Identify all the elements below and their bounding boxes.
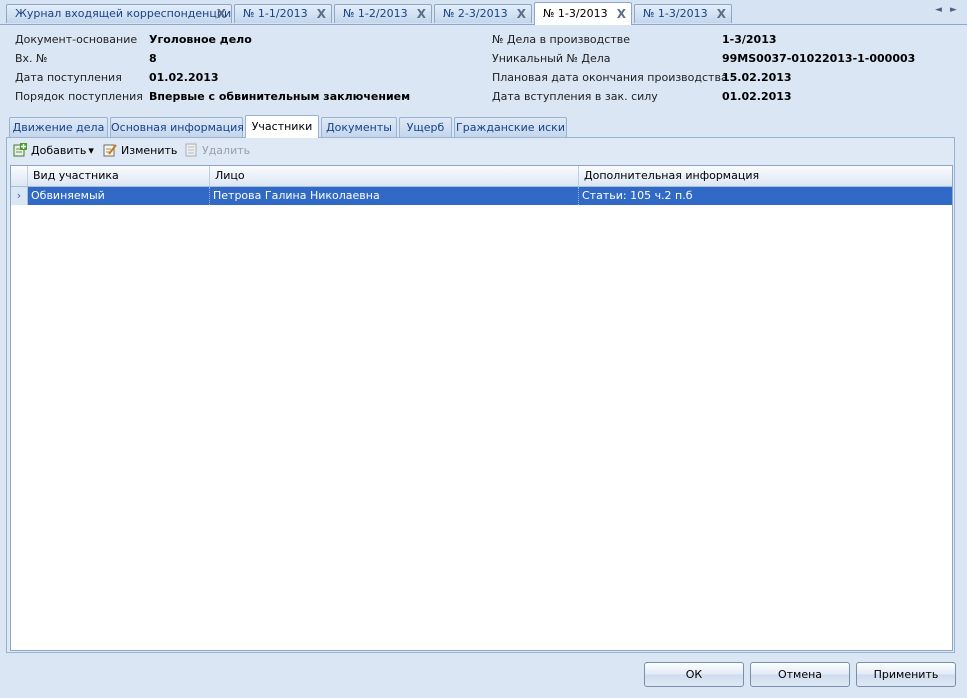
add-label: Добавить xyxy=(31,144,87,157)
tab-case-movement[interactable]: Движение дела xyxy=(9,117,108,137)
doc-tab-2-3-2013[interactable]: № 2-3/2013 X xyxy=(434,4,532,23)
edit-label: Изменить xyxy=(121,144,178,157)
close-icon[interactable]: X xyxy=(317,5,326,23)
ok-button[interactable]: ОК xyxy=(644,662,744,687)
cell-person: Петрова Галина Николаевна xyxy=(210,187,579,205)
column-header-person[interactable]: Лицо xyxy=(210,166,579,186)
doc-tab-1-2-2013[interactable]: № 1-2/2013 X xyxy=(334,4,432,23)
field-value-effective-date: 01.02.2013 xyxy=(722,90,792,103)
doc-tab-journal[interactable]: Журнал входящей корреспонденции X xyxy=(6,4,232,23)
participants-grid: Вид участника Лицо Дополнительная информ… xyxy=(10,165,953,651)
doc-tab-label: № 1-3/2013 xyxy=(643,7,708,20)
tab-damage[interactable]: Ущерб xyxy=(399,117,452,137)
delete-label: Удалить xyxy=(202,144,251,157)
grid-header: Вид участника Лицо Дополнительная информ… xyxy=(11,166,952,187)
delete-button[interactable]: Удалить xyxy=(184,143,250,159)
doc-tab-label: № 1-2/2013 xyxy=(343,7,408,20)
field-value-incoming-number: 8 xyxy=(149,52,157,65)
close-icon[interactable]: X xyxy=(617,3,626,25)
cell-participant-type: Обвиняемый xyxy=(28,187,210,205)
close-icon[interactable]: X xyxy=(717,5,726,23)
row-indicator-icon: › xyxy=(11,187,28,205)
field-label-receipt-date: Дата поступления xyxy=(15,71,122,84)
field-value-basis-document: Уголовное дело xyxy=(149,33,252,46)
field-label-effective-date: Дата вступления в зак. силу xyxy=(492,90,658,103)
doc-tab-1-3-2013[interactable]: № 1-3/2013 X xyxy=(634,4,732,23)
edit-icon xyxy=(103,143,117,157)
tab-documents[interactable]: Документы xyxy=(321,117,397,137)
doc-tab-label: № 2-3/2013 xyxy=(443,7,508,20)
doc-tab-1-3-2013-active[interactable]: № 1-3/2013 X xyxy=(534,2,632,25)
field-value-unique-case-number: 99MS0037-01022013-1-000003 xyxy=(722,52,916,65)
add-button[interactable]: Добавить ▾ xyxy=(13,143,94,159)
column-header-additional-info[interactable]: Дополнительная информация xyxy=(579,166,952,186)
doc-tab-label: № 1-3/2013 xyxy=(543,7,608,20)
field-label-receipt-order: Порядок поступления xyxy=(15,90,143,103)
scroll-left-icon[interactable]: ◄ xyxy=(935,5,942,15)
tab-participants[interactable]: Участники xyxy=(245,115,319,138)
field-label-case-number: № Дела в производстве xyxy=(492,33,630,46)
row-indicator-header xyxy=(11,166,28,186)
cancel-button[interactable]: Отмена xyxy=(750,662,850,687)
close-icon[interactable]: X xyxy=(417,5,426,23)
table-row[interactable]: Обвиняемый Петрова Галина Николаевна Ста… xyxy=(11,187,952,205)
field-value-receipt-date: 01.02.2013 xyxy=(149,71,219,84)
toolbar: Добавить ▾ Изменить Удалить xyxy=(7,138,954,163)
tab-civil-claims[interactable]: Гражданские иски xyxy=(454,117,567,137)
scroll-right-icon[interactable]: ► xyxy=(950,5,957,15)
close-icon[interactable]: X xyxy=(217,5,226,23)
field-value-case-number: 1-3/2013 xyxy=(722,33,777,46)
column-header-participant-type[interactable]: Вид участника xyxy=(28,166,210,186)
doc-tab-label: № 1-1/2013 xyxy=(243,7,308,20)
participants-tab-body: Добавить ▾ Изменить Удалить Вид участник… xyxy=(6,137,955,653)
chevron-down-icon: ▾ xyxy=(88,144,94,157)
case-panel: Документ-основание Уголовное дело Вх. № … xyxy=(0,25,967,698)
edit-button[interactable]: Изменить xyxy=(103,143,177,159)
field-value-planned-end-date: 15.02.2013 xyxy=(722,71,792,84)
apply-button[interactable]: Применить xyxy=(856,662,956,687)
cell-additional-info: Статьи: 105 ч.2 п.б xyxy=(582,189,693,202)
field-value-receipt-order: Впервые с обвинительным заключением xyxy=(149,90,411,103)
document-tab-strip: Журнал входящей корреспонденции X № 1-1/… xyxy=(0,0,967,25)
close-icon[interactable]: X xyxy=(517,5,526,23)
doc-tab-1-1-2013[interactable]: № 1-1/2013 X xyxy=(234,4,332,23)
field-label-basis-document: Документ-основание xyxy=(15,33,138,46)
field-label-planned-end-date: Плановая дата окончания производства xyxy=(492,71,728,84)
tab-main-info[interactable]: Основная информация xyxy=(110,117,244,137)
delete-icon xyxy=(184,143,198,157)
field-label-unique-case-number: Уникальный № Дела xyxy=(492,52,611,65)
doc-tab-label: Журнал входящей корреспонденции xyxy=(15,7,232,20)
add-icon xyxy=(13,143,27,157)
field-label-incoming-number: Вх. № xyxy=(15,52,48,65)
